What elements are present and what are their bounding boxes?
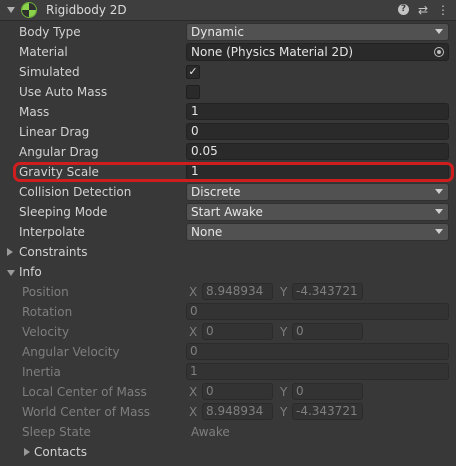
world-com-x-label: X — [189, 405, 198, 419]
linear-drag-field[interactable]: 0 — [186, 123, 449, 140]
position-y-label: Y — [280, 285, 288, 299]
body-type-label: Body Type — [19, 25, 81, 39]
gravity-scale-highlight — [13, 162, 454, 182]
use-auto-mass-label: Use Auto Mass — [19, 85, 108, 99]
chevron-down-icon — [435, 29, 443, 34]
local-com-x-label: X — [189, 385, 198, 399]
kebab-menu-icon[interactable]: ⋮ — [436, 2, 450, 18]
collision-detection-dropdown[interactable]: Discrete — [186, 183, 449, 201]
inertia-row: Inertia 1 — [0, 362, 456, 382]
local-center-of-mass-row: Local Center of Mass X 0 Y 0 — [0, 382, 456, 402]
position-y-field: -4.343721 — [292, 283, 363, 300]
world-center-of-mass-label: World Center of Mass — [22, 405, 150, 419]
position-x-label: X — [189, 285, 198, 299]
sleep-state-label: Sleep State — [22, 425, 91, 439]
velocity-y-field: 0 — [292, 323, 363, 340]
position-x-field: 8.948934 — [202, 283, 273, 300]
local-com-y-label: Y — [280, 385, 288, 399]
material-value: None (Physics Material 2D) — [191, 45, 354, 59]
inertia-field: 1 — [186, 363, 449, 380]
velocity-row: Velocity X 0 Y 0 — [0, 322, 456, 342]
object-picker-icon[interactable] — [434, 47, 444, 57]
constraints-label[interactable]: Constraints — [19, 242, 87, 262]
body-type-row: Body Type Dynamic — [0, 22, 456, 42]
info-label[interactable]: Info — [19, 262, 42, 282]
collapse-arrow-icon[interactable] — [7, 7, 15, 13]
angular-velocity-row: Angular Velocity 0 — [0, 342, 456, 362]
interpolate-dropdown[interactable]: None — [186, 223, 449, 241]
chevron-down-icon — [435, 209, 443, 214]
collision-detection-label: Collision Detection — [19, 185, 132, 199]
chevron-down-icon — [435, 189, 443, 194]
help-icon[interactable]: ? — [398, 4, 409, 15]
angular-velocity-label: Angular Velocity — [22, 345, 120, 359]
world-center-of-mass-row: World Center of Mass X 8.948934 Y -4.343… — [0, 402, 456, 422]
rotation-row: Rotation 0 — [0, 302, 456, 322]
material-label: Material — [19, 45, 68, 59]
component-title: Rigidbody 2D — [46, 3, 127, 17]
interpolate-value: None — [191, 225, 223, 239]
material-row: Material None (Physics Material 2D) — [0, 42, 456, 62]
chevron-down-icon — [435, 229, 443, 234]
constraints-foldout[interactable]: Constraints — [0, 242, 456, 262]
world-com-y-label: Y — [280, 405, 288, 419]
contacts-foldout[interactable]: Contacts — [0, 442, 456, 462]
chevron-right-icon[interactable] — [7, 248, 13, 256]
collision-detection-value: Discrete — [191, 185, 241, 199]
sleeping-mode-dropdown[interactable]: Start Awake — [186, 203, 449, 221]
angular-drag-label: Angular Drag — [19, 145, 99, 159]
simulated-label: Simulated — [19, 65, 80, 79]
sleeping-mode-label: Sleeping Mode — [19, 205, 108, 219]
local-com-y-field: 0 — [292, 383, 363, 400]
mass-row: Mass 1 — [0, 102, 456, 122]
sleep-state-row: Sleep State Awake — [0, 422, 456, 442]
local-com-x-field: 0 — [202, 383, 273, 400]
world-com-y-field: -4.343721 — [292, 403, 363, 420]
rotation-field: 0 — [186, 303, 449, 320]
angular-drag-field[interactable]: 0.05 — [186, 143, 449, 160]
simulated-checkbox[interactable]: ✓ — [186, 65, 200, 79]
velocity-x-field: 0 — [202, 323, 273, 340]
velocity-y-label: Y — [280, 325, 288, 339]
rigidbody2d-icon — [21, 2, 37, 18]
linear-drag-label: Linear Drag — [19, 125, 90, 139]
rotation-label: Rotation — [22, 305, 73, 319]
interpolate-row: Interpolate None — [0, 222, 456, 242]
position-label: Position — [22, 285, 69, 299]
chevron-right-icon[interactable] — [24, 448, 30, 456]
sleeping-mode-row: Sleeping Mode Start Awake — [0, 202, 456, 222]
position-row: Position X 8.948934 Y -4.343721 — [0, 282, 456, 302]
simulated-row: Simulated ✓ — [0, 62, 456, 82]
body-type-value: Dynamic — [191, 25, 244, 39]
angular-velocity-field: 0 — [186, 343, 449, 360]
sleep-state-value: Awake — [191, 425, 230, 439]
info-foldout[interactable]: Info — [0, 262, 456, 282]
linear-drag-row: Linear Drag 0 — [0, 122, 456, 142]
interpolate-label: Interpolate — [19, 225, 85, 239]
world-com-x-field: 8.948934 — [202, 403, 273, 420]
use-auto-mass-row: Use Auto Mass — [0, 82, 456, 102]
material-object-field[interactable]: None (Physics Material 2D) — [186, 43, 449, 61]
angular-drag-row: Angular Drag 0.05 — [0, 142, 456, 162]
body-type-dropdown[interactable]: Dynamic — [186, 23, 449, 41]
presets-icon[interactable]: ⇄ — [416, 2, 430, 18]
velocity-label: Velocity — [22, 325, 70, 339]
sleeping-mode-value: Start Awake — [191, 205, 263, 219]
use-auto-mass-checkbox[interactable] — [186, 85, 200, 99]
collision-detection-row: Collision Detection Discrete — [0, 182, 456, 202]
component-header[interactable]: Rigidbody 2D ? ⇄ ⋮ — [0, 0, 456, 21]
inertia-label: Inertia — [22, 365, 61, 379]
chevron-down-icon[interactable] — [7, 270, 15, 276]
local-center-of-mass-label: Local Center of Mass — [22, 385, 147, 399]
mass-label: Mass — [19, 105, 50, 119]
mass-field[interactable]: 1 — [186, 103, 449, 120]
contacts-label[interactable]: Contacts — [34, 442, 87, 462]
velocity-x-label: X — [189, 325, 198, 339]
